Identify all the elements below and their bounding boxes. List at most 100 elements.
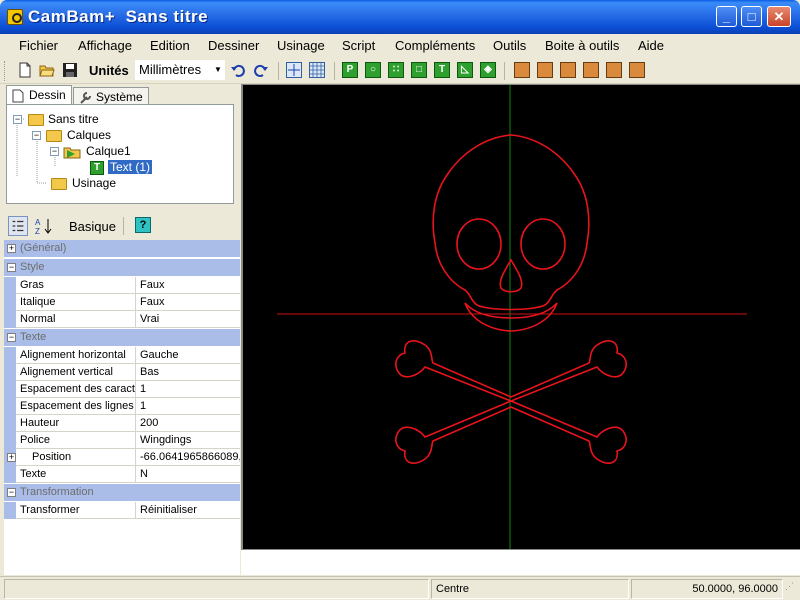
property-value[interactable]: Vrai bbox=[137, 311, 240, 328]
drawing-svg[interactable] bbox=[243, 85, 800, 549]
property-row[interactable]: Gras Faux bbox=[4, 277, 240, 294]
3d-surface-icon[interactable]: ◈ bbox=[480, 62, 496, 78]
status-coordinates: 50.0000, 96.0000 bbox=[631, 579, 783, 599]
main-toolbar: Unités Millimètres ▼ P ○ ∷ □ T ◺ ◈ bbox=[0, 58, 800, 84]
property-row[interactable]: Alignement horizontal Gauche bbox=[4, 347, 240, 364]
menu-edition[interactable]: Edition bbox=[150, 38, 190, 53]
property-row[interactable]: Italique Faux bbox=[4, 294, 240, 311]
property-row[interactable]: Texte N bbox=[4, 466, 240, 483]
menu-aide[interactable]: Aide bbox=[638, 38, 664, 53]
units-select[interactable]: Millimètres ▼ bbox=[135, 60, 225, 80]
snap-icon[interactable] bbox=[286, 62, 302, 78]
property-value[interactable]: Wingdings bbox=[137, 432, 240, 449]
resize-grip-icon[interactable]: ⋰ bbox=[785, 582, 797, 595]
alphabetical-sort-icon[interactable]: AZ bbox=[34, 216, 54, 236]
collapse-icon[interactable]: − bbox=[7, 488, 16, 497]
property-value[interactable]: Faux bbox=[137, 294, 240, 311]
close-button[interactable]: ✕ bbox=[767, 6, 791, 27]
property-name: Espacement des caractères bbox=[16, 381, 136, 398]
text-object-icon: T bbox=[90, 161, 104, 175]
category-label: Transformation bbox=[20, 486, 94, 498]
property-row[interactable]: Espacement des caractères1 bbox=[4, 381, 240, 398]
menu-usinage[interactable]: Usinage bbox=[277, 38, 325, 53]
category-texte[interactable]: − Texte bbox=[4, 329, 240, 346]
redo-icon[interactable] bbox=[253, 62, 269, 78]
menu-dessiner[interactable]: Dessiner bbox=[208, 38, 259, 53]
property-value[interactable]: Gauche bbox=[137, 347, 240, 364]
text-icon[interactable]: T bbox=[434, 62, 450, 78]
property-value[interactable]: 1 bbox=[137, 398, 240, 415]
property-value[interactable]: Faux bbox=[137, 277, 240, 294]
property-row[interactable]: Police Wingdings bbox=[4, 432, 240, 449]
document-icon bbox=[12, 89, 24, 103]
menu-complements[interactable]: Compléments bbox=[395, 38, 475, 53]
tree-node-label: Usinage bbox=[72, 176, 117, 190]
property-row[interactable]: Normal Vrai bbox=[4, 311, 240, 328]
app-name: CamBam+ bbox=[28, 7, 116, 26]
property-name: Hauteur bbox=[16, 415, 136, 432]
property-value[interactable]: -66.0641965866089, bbox=[137, 449, 240, 466]
lathe-icon[interactable] bbox=[606, 62, 622, 78]
collapse-icon[interactable]: − bbox=[7, 333, 16, 342]
property-value[interactable]: Bas bbox=[137, 364, 240, 381]
collapse-icon[interactable]: − bbox=[13, 115, 22, 124]
property-view-label[interactable]: Basique bbox=[69, 219, 116, 234]
tab-dessin[interactable]: Dessin bbox=[6, 85, 72, 105]
right-eye bbox=[520, 218, 566, 270]
collapse-icon[interactable]: − bbox=[32, 131, 41, 140]
menu-outils[interactable]: Outils bbox=[493, 38, 526, 53]
property-value[interactable]: 200 bbox=[137, 415, 240, 432]
rectangle-icon[interactable]: □ bbox=[411, 62, 427, 78]
command-output-area[interactable] bbox=[241, 549, 800, 575]
tab-systeme[interactable]: Système bbox=[73, 87, 149, 105]
maximize-button[interactable]: □ bbox=[741, 6, 762, 27]
property-value[interactable]: N bbox=[137, 466, 240, 483]
gcode-icon[interactable] bbox=[629, 62, 645, 78]
category-style[interactable]: − Style bbox=[4, 259, 240, 276]
property-value[interactable]: Réinitialiser bbox=[137, 502, 240, 519]
undo-icon[interactable] bbox=[230, 62, 246, 78]
new-file-icon[interactable] bbox=[17, 62, 33, 78]
drill-icon[interactable] bbox=[560, 62, 576, 78]
tab-dessin-label: Dessin bbox=[29, 88, 66, 102]
tree-node-label: Calque1 bbox=[86, 144, 131, 158]
engrave-icon[interactable] bbox=[583, 62, 599, 78]
title-bar[interactable]: CamBam+ Sans titre _ □ ✕ bbox=[0, 0, 800, 34]
collapse-icon[interactable]: − bbox=[7, 263, 16, 272]
region-icon[interactable]: ◺ bbox=[457, 62, 473, 78]
svg-text:Z: Z bbox=[35, 227, 40, 236]
points-icon[interactable]: ∷ bbox=[388, 62, 404, 78]
menu-fichier[interactable]: Fichier bbox=[19, 38, 58, 53]
collapse-icon[interactable]: − bbox=[50, 147, 59, 156]
drawing-canvas[interactable] bbox=[241, 84, 800, 549]
property-row[interactable]: Transformer Réinitialiser bbox=[4, 502, 240, 519]
menu-affichage[interactable]: Affichage bbox=[78, 38, 132, 53]
status-message bbox=[4, 579, 429, 599]
folder-icon bbox=[46, 130, 62, 142]
pocket-icon[interactable] bbox=[537, 62, 553, 78]
property-row[interactable]: + Position -66.0641965866089, bbox=[4, 449, 240, 466]
open-folder-icon[interactable] bbox=[39, 62, 55, 78]
menu-script[interactable]: Script bbox=[342, 38, 375, 53]
category-transformation[interactable]: − Transformation bbox=[4, 484, 240, 501]
minimize-button[interactable]: _ bbox=[716, 6, 737, 27]
property-row[interactable]: Alignement vertical Bas bbox=[4, 364, 240, 381]
polyline-icon[interactable]: P bbox=[342, 62, 358, 78]
category-general[interactable]: + (Général) bbox=[4, 240, 240, 257]
help-icon[interactable]: ? bbox=[135, 217, 151, 233]
nose bbox=[499, 258, 523, 293]
categorized-view-icon[interactable] bbox=[8, 216, 28, 236]
expand-icon[interactable]: + bbox=[7, 453, 16, 462]
property-name: Gras bbox=[16, 277, 136, 294]
skull-crossbones-shape[interactable] bbox=[395, 134, 627, 464]
property-row[interactable]: Espacement des lignes 1 bbox=[4, 398, 240, 415]
property-row[interactable]: Hauteur 200 bbox=[4, 415, 240, 432]
menu-boite-a-outils[interactable]: Boite à outils bbox=[545, 38, 619, 53]
expand-icon[interactable]: + bbox=[7, 244, 16, 253]
save-icon[interactable] bbox=[62, 62, 78, 78]
circle-icon[interactable]: ○ bbox=[365, 62, 381, 78]
toolbar-grip[interactable] bbox=[4, 61, 7, 81]
profile-icon[interactable] bbox=[514, 62, 530, 78]
grid-icon[interactable] bbox=[309, 62, 325, 78]
property-value[interactable]: 1 bbox=[137, 381, 240, 398]
